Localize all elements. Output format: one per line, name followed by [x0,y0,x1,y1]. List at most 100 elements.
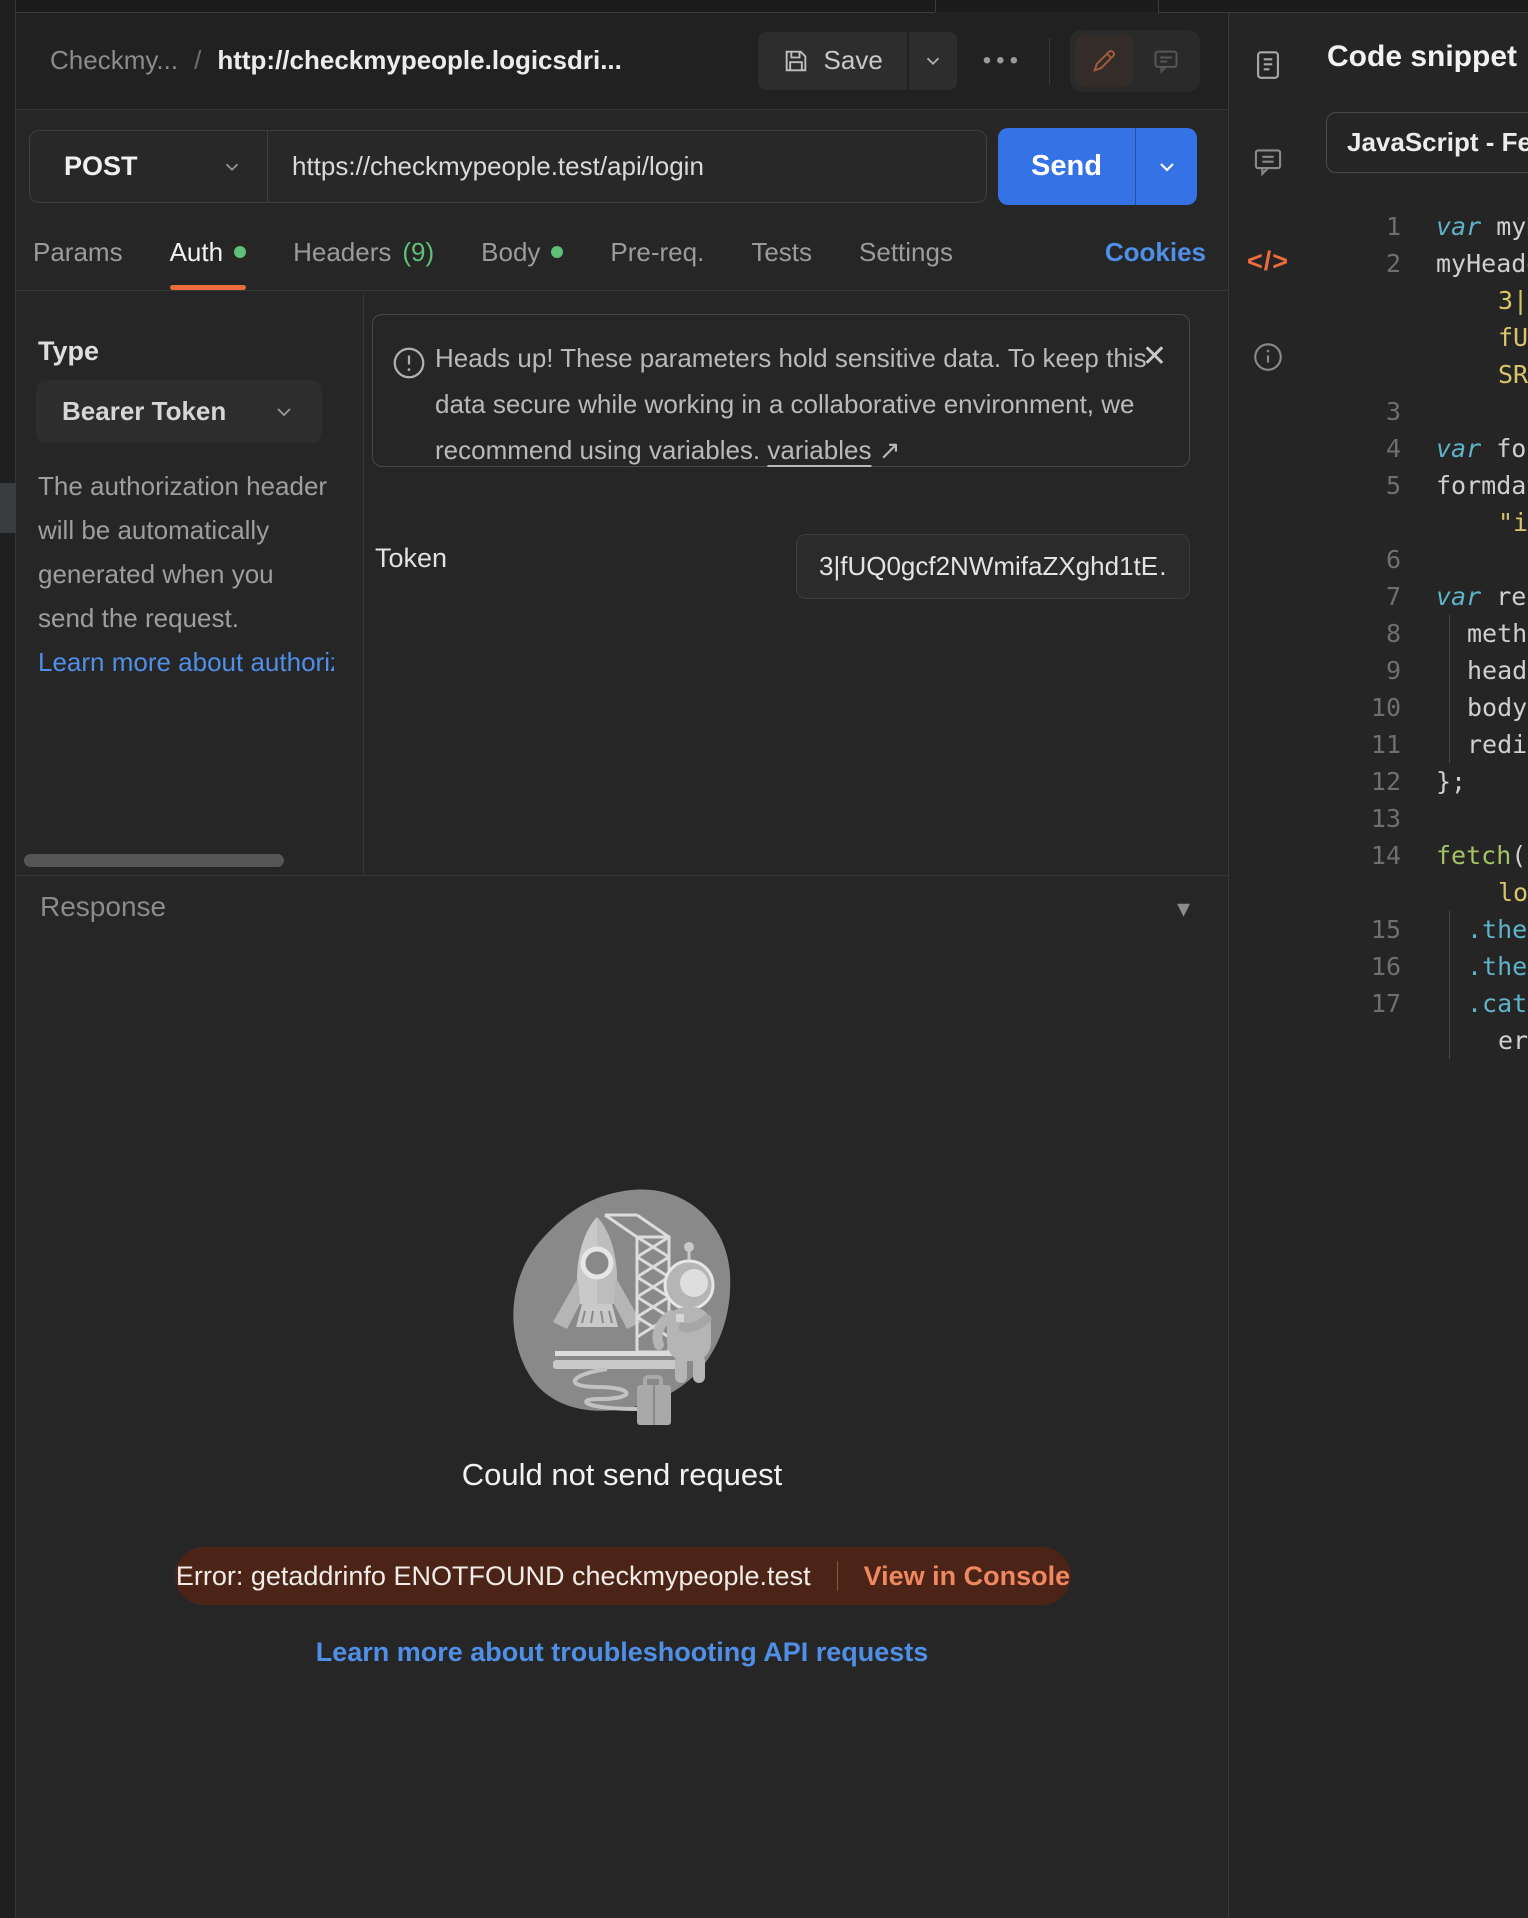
tab-tests[interactable]: Tests [751,214,812,290]
method-value: POST [64,151,138,182]
save-split-button: Save [758,32,957,90]
sidebar-resize-handle[interactable] [0,483,16,533]
variables-link[interactable]: variables [767,435,871,465]
tab-auth[interactable]: Auth [170,214,247,290]
api-client-window: Checkmy... / http://checkmypeople.logics… [0,0,1528,1918]
line-code: .then [1436,911,1528,948]
line-number: 13 [1229,800,1401,837]
tab-headers[interactable]: Headers(9) [293,214,434,290]
line-code: }; [1436,763,1528,800]
url-input[interactable] [268,151,986,182]
tab-label: Headers [293,237,391,268]
line-number: 17 [1229,985,1401,1022]
code-line: 15 .then [1229,911,1528,948]
language-select[interactable]: JavaScript - Fet [1326,112,1528,173]
line-code: redi [1436,726,1528,763]
send-options-button[interactable] [1135,128,1197,205]
code-line: 17.catc [1229,985,1528,1022]
code-line: err [1229,1022,1528,1059]
comments-button[interactable] [1243,136,1293,186]
token-input[interactable] [796,534,1190,599]
code-line: 11redi [1229,726,1528,763]
tab-prereq[interactable]: Pre-req. [610,214,704,290]
code-line: "in [1229,504,1528,541]
breadcrumb-request-name[interactable]: http://checkmypeople.logicsdri... [217,45,622,76]
troubleshooting-link[interactable]: Learn more about troubleshooting API req… [16,1637,1228,1668]
tab-label: Body [481,237,540,268]
code-line: 12}; [1229,763,1528,800]
tab-body[interactable]: Body [481,214,563,290]
save-options-button[interactable] [909,32,957,90]
line-number: 7 [1229,578,1401,615]
tab-modified-dot [234,246,246,258]
line-number: 10 [1229,689,1401,726]
horizontal-scrollbar[interactable] [24,854,284,867]
code-line: log [1229,874,1528,911]
error-message: Error: getaddrinfo ENOTFOUND checkmypeop… [176,1561,811,1592]
line-code: 3| [1436,282,1528,319]
view-in-console-button[interactable]: View in Console [864,1561,1071,1592]
left-edge-rail [0,0,16,1918]
close-icon[interactable]: ✕ [1142,339,1167,374]
line-code: var myH [1436,208,1528,245]
code-line: 14fetch(' [1229,837,1528,874]
code-line: 9heade [1229,652,1528,689]
breadcrumb-separator: / [194,45,201,76]
workspace-tab-strip [16,0,1528,12]
edit-button[interactable] [1075,35,1133,87]
auth-type-label: Type [38,336,99,367]
code-line: 3| [1229,282,1528,319]
response-empty-title: Could not send request [16,1457,1228,1493]
code-line: 2 myHeade [1229,245,1528,282]
line-code: fetch(' [1436,837,1528,874]
line-number [1229,282,1401,319]
line-code: myHeade [1436,245,1528,282]
line-number: 15 [1229,911,1401,948]
auth-type-value: Bearer Token [62,396,226,427]
tab-label: Tests [751,237,812,268]
documentation-button[interactable] [1243,40,1293,90]
request-header: Checkmy... / http://checkmypeople.logics… [16,12,1228,110]
line-number: 3 [1229,393,1401,430]
method-select[interactable]: POST [30,131,268,202]
code-snippet-title: Code snippet [1327,40,1517,74]
code-line: SR' [1229,356,1528,393]
breadcrumb-collection[interactable]: Checkmy... [50,45,178,76]
send-button[interactable]: Send [998,128,1135,205]
tab-settings[interactable]: Settings [859,214,953,290]
more-options-button[interactable]: ••• [977,47,1029,75]
cookies-link[interactable]: Cookies [1105,214,1206,291]
code-line: 6 [1229,541,1528,578]
code-lines: 1var myH2myHeade3|fUQSR'34var for5formda… [1229,208,1528,1059]
code-line: 16 .then [1229,948,1528,985]
line-number: 16 [1229,948,1401,985]
line-number [1229,356,1401,393]
auth-learn-more-link[interactable]: Learn more about authoriza [38,640,334,684]
comment-button[interactable] [1137,35,1195,87]
code-line: 5formdat [1229,467,1528,504]
tab-strip-border [16,12,935,13]
floppy-icon [782,47,810,75]
code-snippet-panel: </> Code snippet JavaScript - Fet 1var m… [1228,0,1528,1918]
line-number: 12 [1229,763,1401,800]
sensitive-data-message: Heads up! These parameters hold sensitiv… [435,335,1161,473]
line-number: 1 [1229,208,1401,245]
pencil-icon [1090,47,1118,75]
auth-description: The authorization header will be automat… [38,464,334,684]
auth-editor: Type Bearer Token The authorization head… [16,292,1228,876]
code-line: 4var for [1229,430,1528,467]
tab-params[interactable]: Params [33,214,123,290]
error-divider [837,1561,838,1591]
line-code: .then [1436,948,1528,985]
auth-type-select[interactable]: Bearer Token [36,380,322,443]
line-number: 2 [1229,245,1401,282]
edit-comment-group [1070,30,1200,92]
chevron-down-icon [922,50,944,72]
line-number: 8 [1229,615,1401,652]
tab-edge [1158,0,1159,12]
save-button[interactable]: Save [758,32,907,90]
tab-label: Pre-req. [610,237,704,268]
collapse-response-icon[interactable]: ▾ [1177,893,1190,924]
request-tabs: Params Auth Headers(9) Body Pre-req. Tests Set… [16,214,1228,291]
tab-label: Auth [170,237,224,268]
